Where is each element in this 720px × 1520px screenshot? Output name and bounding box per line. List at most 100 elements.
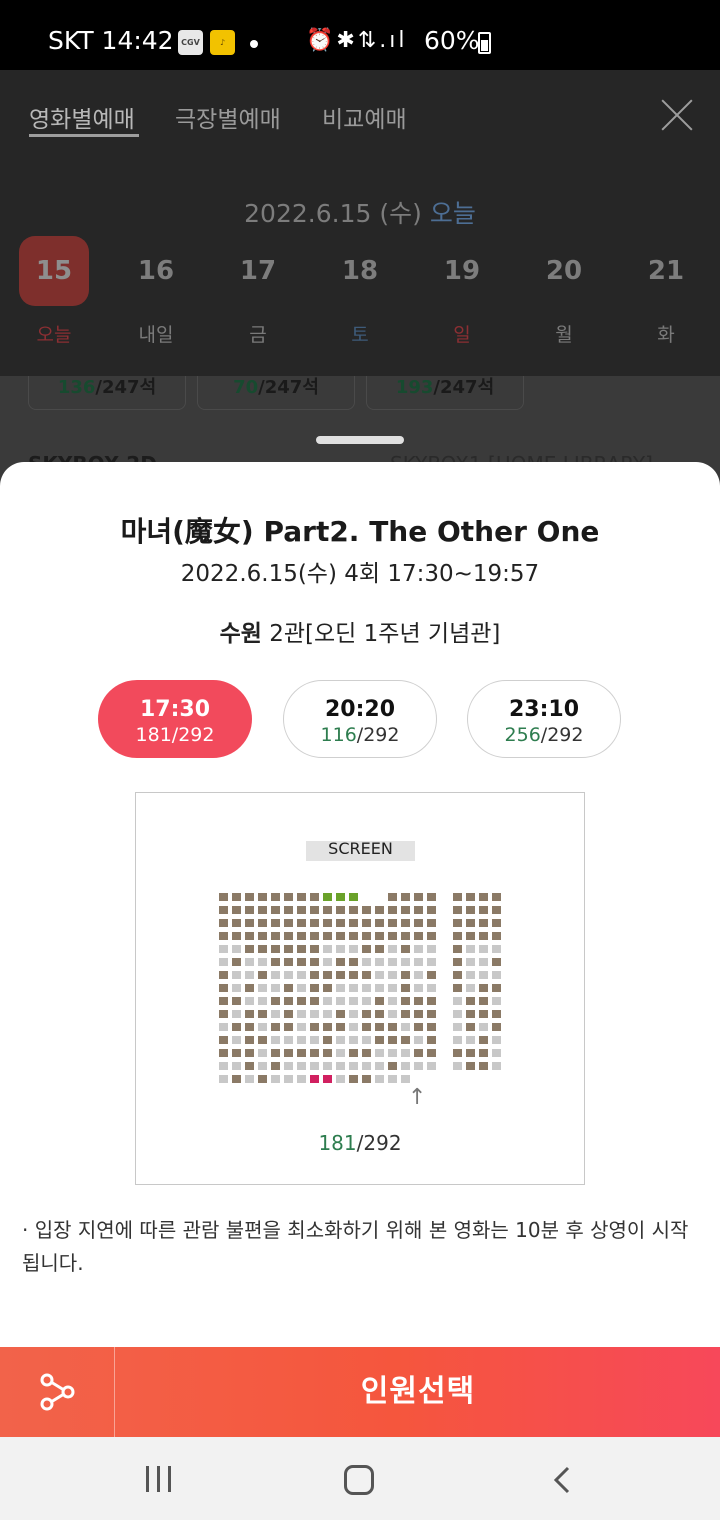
seat[interactable] (466, 1010, 475, 1018)
seat[interactable] (427, 906, 436, 914)
seat[interactable] (388, 1062, 397, 1070)
seat[interactable] (219, 1062, 228, 1070)
seat[interactable] (245, 997, 254, 1005)
seat[interactable] (310, 1049, 319, 1057)
seat[interactable] (375, 958, 384, 966)
seat[interactable] (323, 997, 332, 1005)
seat[interactable] (284, 1036, 293, 1044)
seat[interactable] (310, 1023, 319, 1031)
seat[interactable] (388, 906, 397, 914)
seat[interactable] (323, 945, 332, 953)
seat[interactable] (323, 1023, 332, 1031)
seat[interactable] (271, 1023, 280, 1031)
seat[interactable] (401, 932, 410, 940)
seat[interactable] (466, 906, 475, 914)
seat[interactable] (466, 919, 475, 927)
seat[interactable] (258, 1010, 267, 1018)
seat[interactable] (297, 1062, 306, 1070)
seat[interactable] (310, 1062, 319, 1070)
seat[interactable] (427, 1023, 436, 1031)
seat[interactable] (427, 997, 436, 1005)
seat[interactable] (284, 997, 293, 1005)
seat[interactable] (284, 984, 293, 992)
seat[interactable] (232, 1023, 241, 1031)
seat[interactable] (323, 958, 332, 966)
seat[interactable] (453, 1010, 462, 1018)
day-20[interactable]: 20 월 (529, 236, 599, 346)
seat[interactable] (271, 997, 280, 1005)
seat[interactable] (349, 906, 358, 914)
seat[interactable] (388, 958, 397, 966)
seat[interactable] (427, 958, 436, 966)
seat[interactable] (427, 1010, 436, 1018)
seat[interactable] (375, 932, 384, 940)
seat[interactable] (401, 1023, 410, 1031)
seat[interactable] (375, 1075, 384, 1083)
seat[interactable] (310, 997, 319, 1005)
seat[interactable] (388, 1010, 397, 1018)
seat[interactable] (232, 919, 241, 927)
seat[interactable] (245, 1036, 254, 1044)
seat[interactable] (362, 945, 371, 953)
seat[interactable] (245, 1062, 254, 1070)
seat[interactable] (479, 997, 488, 1005)
seat[interactable] (258, 1062, 267, 1070)
home-icon[interactable] (344, 1465, 374, 1495)
seat[interactable] (232, 932, 241, 940)
seat[interactable] (336, 1075, 345, 1083)
seat[interactable] (479, 1049, 488, 1057)
seat[interactable] (427, 893, 436, 901)
seat[interactable] (414, 1062, 423, 1070)
seat[interactable] (349, 997, 358, 1005)
seat[interactable] (258, 906, 267, 914)
seat[interactable] (232, 893, 241, 901)
seat[interactable] (271, 893, 280, 901)
seat[interactable] (466, 1062, 475, 1070)
seat[interactable] (336, 958, 345, 966)
seat[interactable] (297, 997, 306, 1005)
seat[interactable] (297, 1010, 306, 1018)
seat[interactable] (362, 984, 371, 992)
seat[interactable] (297, 958, 306, 966)
showtime-button[interactable]: 23:10 256/292 (467, 680, 621, 758)
seat[interactable] (388, 919, 397, 927)
seat[interactable] (258, 958, 267, 966)
seat[interactable] (219, 971, 228, 979)
seat[interactable] (414, 1010, 423, 1018)
seat[interactable] (479, 1062, 488, 1070)
seat[interactable] (492, 1049, 501, 1057)
seat[interactable] (375, 919, 384, 927)
seat[interactable] (336, 1036, 345, 1044)
seat[interactable] (219, 1023, 228, 1031)
seat[interactable] (219, 932, 228, 940)
seat[interactable] (375, 971, 384, 979)
seat[interactable] (453, 1023, 462, 1031)
seat[interactable] (284, 958, 293, 966)
seat[interactable] (258, 893, 267, 901)
seat[interactable] (310, 945, 319, 953)
seat[interactable] (388, 1075, 397, 1083)
seat[interactable] (271, 971, 280, 979)
seat[interactable] (297, 971, 306, 979)
seat[interactable] (349, 971, 358, 979)
seat[interactable] (336, 1010, 345, 1018)
seat[interactable] (375, 997, 384, 1005)
seat[interactable] (466, 971, 475, 979)
seat[interactable] (310, 971, 319, 979)
seat[interactable] (336, 971, 345, 979)
seat[interactable] (232, 958, 241, 966)
seat[interactable] (232, 945, 241, 953)
seat[interactable] (414, 945, 423, 953)
close-icon[interactable] (660, 98, 694, 132)
seat[interactable] (219, 919, 228, 927)
seat[interactable] (362, 1010, 371, 1018)
day-21[interactable]: 21 화 (631, 236, 701, 346)
seat[interactable] (271, 1010, 280, 1018)
tab-theater[interactable]: 극장별예매 (175, 100, 281, 134)
seat[interactable] (310, 1010, 319, 1018)
sheet-drag-handle[interactable] (316, 436, 404, 444)
seat[interactable] (219, 906, 228, 914)
seat[interactable] (284, 1075, 293, 1083)
seat[interactable] (375, 1062, 384, 1070)
seat[interactable] (362, 906, 371, 914)
